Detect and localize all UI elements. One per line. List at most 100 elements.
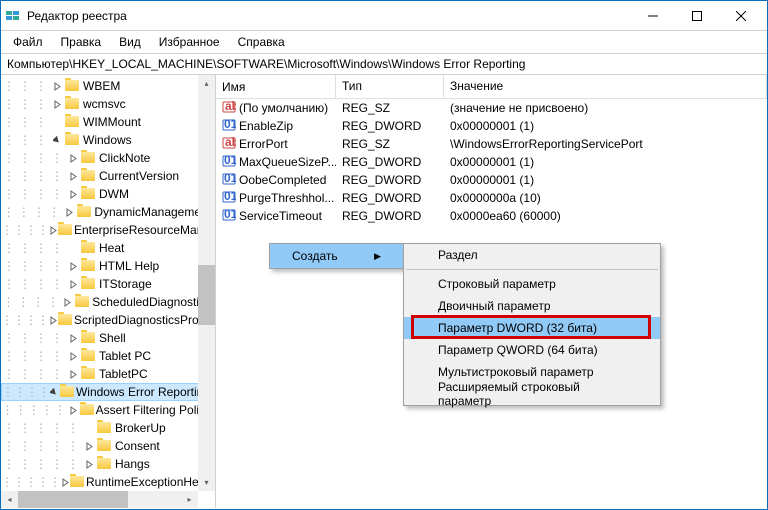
svg-text:011: 011 — [224, 118, 236, 131]
value-type: REG_DWORD — [336, 209, 444, 223]
chevron-right-icon[interactable] — [65, 262, 81, 271]
dword-icon: 011 — [222, 118, 236, 135]
value-row[interactable]: ab(По умолчанию)REG_SZ(значение не присв… — [216, 99, 767, 117]
tree-panel: ⋮⋮⋮WBEM⋮⋮⋮wcmsvc⋮⋮⋮WIMMount⋮⋮⋮Windows⋮⋮⋮… — [1, 75, 216, 508]
chevron-right-icon[interactable] — [81, 442, 97, 451]
tree-item[interactable]: ⋮⋮⋮⋮EnterpriseResourceManager — [1, 221, 215, 239]
tree-item[interactable]: ⋮⋮⋮⋮Shell — [1, 329, 215, 347]
tree-scroll-v[interactable]: ▴ ▾ — [198, 75, 215, 491]
chevron-right-icon[interactable] — [65, 370, 81, 379]
folder-icon — [81, 277, 97, 291]
dword-icon: 011 — [222, 172, 236, 189]
maximize-button[interactable] — [675, 2, 719, 30]
tree-item[interactable]: ⋮⋮⋮wcmsvc — [1, 95, 215, 113]
chevron-right-icon[interactable] — [61, 478, 70, 487]
addressbar[interactable]: Компьютер\HKEY_LOCAL_MACHINE\SOFTWARE\Mi… — [1, 53, 767, 75]
menu-edit[interactable]: Правка — [53, 33, 110, 51]
chevron-right-icon[interactable] — [65, 334, 81, 343]
chevron-right-icon[interactable] — [65, 154, 81, 163]
string-icon: ab — [222, 136, 236, 153]
titlebar: Редактор реестра — [1, 1, 767, 31]
menu-view[interactable]: Вид — [111, 33, 149, 51]
ctx-expandstring[interactable]: Расширяемый строковый параметр — [404, 383, 660, 405]
column-header[interactable]: Имя Тип Значение — [216, 75, 767, 99]
tree-item[interactable]: ⋮⋮⋮Windows — [1, 131, 215, 149]
value-row[interactable]: abErrorPortREG_SZ\WindowsErrorReportingS… — [216, 135, 767, 153]
chevron-right-icon[interactable] — [49, 226, 58, 235]
tree-item[interactable]: ⋮⋮⋮⋮⋮Hangs — [1, 455, 215, 473]
tree-item[interactable]: ⋮⋮⋮⋮DWM — [1, 185, 215, 203]
minimize-button[interactable] — [631, 2, 675, 30]
tree-item[interactable]: ⋮⋮⋮⋮⋮Assert Filtering Policy — [1, 401, 215, 419]
menu-help[interactable]: Справка — [230, 33, 293, 51]
chevron-right-icon[interactable] — [62, 208, 77, 217]
tree-item[interactable]: ⋮⋮⋮WIMMount — [1, 113, 215, 131]
ctx-dword[interactable]: Параметр DWORD (32 бита) — [404, 317, 660, 339]
tree-label: ITStorage — [99, 277, 152, 291]
ctx-create[interactable]: Создать ▶ — [270, 244, 403, 268]
chevron-right-icon[interactable] — [49, 316, 58, 325]
tree-label: BrokerUp — [115, 421, 166, 435]
folder-icon — [75, 295, 90, 309]
chevron-right-icon[interactable] — [49, 82, 65, 91]
folder-icon — [65, 79, 81, 93]
chevron-right-icon[interactable] — [65, 190, 81, 199]
scroll-thumb[interactable] — [18, 491, 128, 508]
tree-item[interactable]: ⋮⋮⋮⋮HTML Help — [1, 257, 215, 275]
tree-item[interactable]: ⋮⋮⋮⋮ScheduledDiagnostics — [1, 293, 215, 311]
tree-label: Shell — [99, 331, 126, 345]
chevron-down-icon[interactable] — [50, 388, 60, 397]
tree-item[interactable]: ⋮⋮⋮⋮Tablet PC — [1, 347, 215, 365]
col-value[interactable]: Значение — [444, 75, 767, 98]
chevron-right-icon[interactable] — [49, 100, 65, 109]
ctx-binary[interactable]: Двоичный параметр — [404, 295, 660, 317]
value-row[interactable]: 011ServiceTimeoutREG_DWORD0x0000ea60 (60… — [216, 207, 767, 225]
chevron-right-icon[interactable] — [65, 352, 81, 361]
value-data: (значение не присвоено) — [444, 101, 767, 115]
tree-item[interactable]: ⋮⋮⋮⋮⋮RuntimeExceptionHelperModules — [1, 473, 215, 491]
value-row[interactable]: 011OobeCompletedREG_DWORD0x00000001 (1) — [216, 171, 767, 189]
tree-item[interactable]: ⋮⋮⋮⋮⋮BrokerUp — [1, 419, 215, 437]
tree-item[interactable]: ⋮⋮⋮WBEM — [1, 77, 215, 95]
chevron-right-icon[interactable] — [65, 172, 81, 181]
folder-icon — [81, 187, 97, 201]
tree-label: ScriptedDiagnosticsProvider — [74, 313, 216, 327]
col-name[interactable]: Имя — [216, 75, 336, 98]
value-name: EnableZip — [239, 119, 293, 133]
value-name: MaxQueueSizeP... — [239, 155, 336, 169]
value-row[interactable]: 011MaxQueueSizeP...REG_DWORD0x00000001 (… — [216, 153, 767, 171]
ctx-qword[interactable]: Параметр QWORD (64 бита) — [404, 339, 660, 361]
tree-item[interactable]: ⋮⋮⋮⋮ClickNote — [1, 149, 215, 167]
chevron-down-icon[interactable] — [49, 136, 65, 145]
ctx-string[interactable]: Строковый параметр — [404, 273, 660, 295]
folder-icon — [81, 151, 97, 165]
value-data: 0x00000001 (1) — [444, 119, 767, 133]
chevron-right-icon[interactable] — [67, 406, 80, 415]
folder-icon — [81, 367, 97, 381]
chevron-right-icon[interactable] — [65, 280, 81, 289]
tree-scroll-h[interactable]: ◂ ▸ — [1, 491, 198, 508]
menu-file[interactable]: Файл — [5, 33, 51, 51]
tree-item[interactable]: ⋮⋮⋮⋮ScriptedDiagnosticsProvider — [1, 311, 215, 329]
value-row[interactable]: 011PurgeThreshhol...REG_DWORD0x0000000a … — [216, 189, 767, 207]
col-type[interactable]: Тип — [336, 75, 444, 98]
tree-item[interactable]: ⋮⋮⋮⋮Windows Error Reporting — [1, 383, 215, 401]
chevron-right-icon[interactable] — [61, 298, 76, 307]
tree-item[interactable]: ⋮⋮⋮⋮Heat — [1, 239, 215, 257]
menu-favorites[interactable]: Избранное — [151, 33, 228, 51]
scroll-thumb[interactable] — [198, 265, 215, 325]
tree-item[interactable]: ⋮⋮⋮⋮DynamicManagement — [1, 203, 215, 221]
folder-icon — [81, 169, 97, 183]
svg-text:011: 011 — [224, 208, 236, 221]
tree-item[interactable]: ⋮⋮⋮⋮TabletPC — [1, 365, 215, 383]
tree-item[interactable]: ⋮⋮⋮⋮CurrentVersion — [1, 167, 215, 185]
context-submenu: Создать ▶ — [269, 243, 404, 269]
tree-label: Tablet PC — [99, 349, 151, 363]
tree-item[interactable]: ⋮⋮⋮⋮ITStorage — [1, 275, 215, 293]
ctx-key[interactable]: Раздел — [404, 244, 660, 266]
value-row[interactable]: 011EnableZipREG_DWORD0x00000001 (1) — [216, 117, 767, 135]
close-button[interactable] — [719, 2, 763, 30]
tree-item[interactable]: ⋮⋮⋮⋮⋮Consent — [1, 437, 215, 455]
chevron-right-icon[interactable] — [81, 460, 97, 469]
tree-label: TabletPC — [99, 367, 148, 381]
